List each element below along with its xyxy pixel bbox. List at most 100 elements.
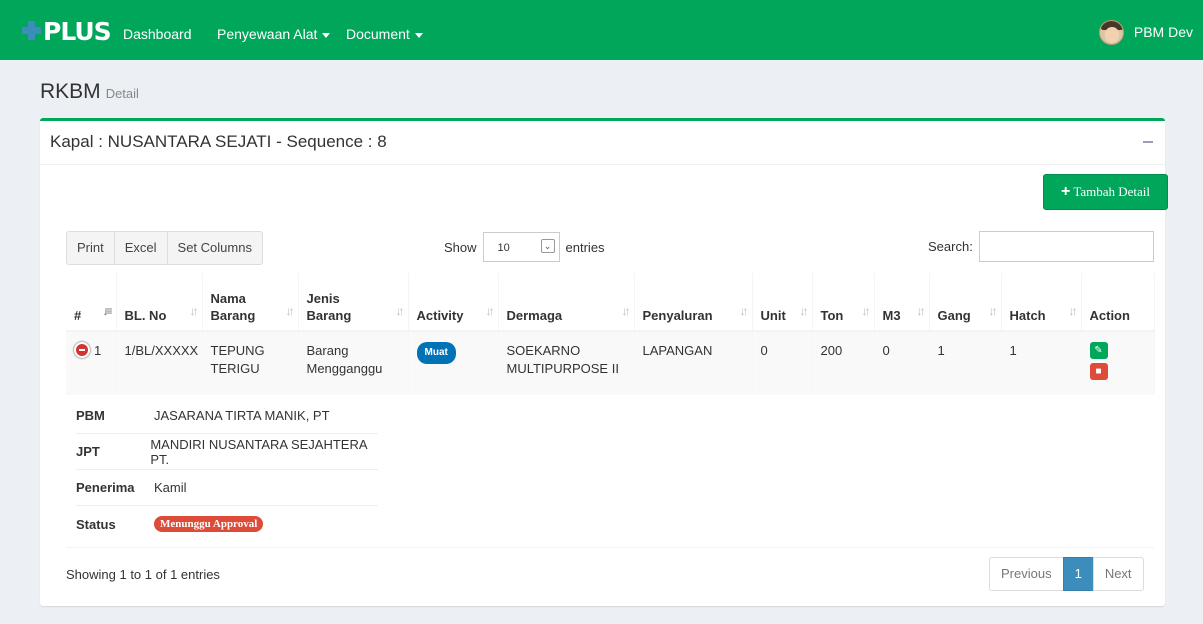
- header-label: Hatch: [1009, 308, 1046, 323]
- box-title: Kapal : NUSANTARA SEJATI - Sequence : 8: [50, 132, 387, 151]
- add-detail-button[interactable]: + Tambah Detail: [1043, 174, 1168, 210]
- nav-document[interactable]: Document: [346, 0, 423, 60]
- nav-penyewaan-alat-label: Penyewaan Alat: [217, 26, 318, 42]
- header-label: Dermaga: [506, 308, 563, 323]
- detail-key: Status: [76, 516, 116, 532]
- entries-select[interactable]: 10 ⌄: [482, 232, 560, 262]
- header-label: BL. No: [124, 308, 167, 323]
- cell-penyaluran: LAPANGAN: [634, 331, 753, 395]
- detail-value: Kamil: [154, 480, 187, 495]
- cell-gang: 1: [929, 331, 1002, 395]
- table-header-row: # ↓≡ BL. No ↓↑ Nama Barang ↓↑ Jenis Barang ↓…: [66, 273, 1155, 332]
- header-label: Jenis Barang: [306, 291, 352, 323]
- export-button-group: Print Excel Set Columns: [66, 231, 263, 265]
- sort-icon: ↓↑: [988, 304, 998, 318]
- minus-icon[interactable]: [1143, 141, 1153, 143]
- table-info: Showing 1 to 1 of 1 entries: [66, 567, 220, 582]
- add-detail-label: Tambah Detail: [1073, 184, 1151, 199]
- sort-icon: ↓↑: [799, 304, 809, 318]
- cell-m3: 0: [874, 331, 930, 395]
- col-header-bl-no[interactable]: BL. No ↓↑: [116, 273, 203, 332]
- sort-icon: ↓↑: [1068, 304, 1078, 318]
- edit-icon[interactable]: ✎: [1089, 342, 1108, 359]
- search-label: Search:: [928, 239, 973, 254]
- nav-document-label: Document: [346, 26, 410, 42]
- detail-key: PBM: [76, 408, 105, 423]
- logo-text: PLUS: [43, 16, 112, 46]
- col-header-nama-barang[interactable]: Nama Barang ↓↑: [202, 273, 299, 332]
- header-label: Activity: [416, 308, 464, 323]
- header-label: Gang: [937, 308, 971, 323]
- cell-dermaga: SOEKARNO MULTIPURPOSE II: [498, 331, 635, 395]
- col-header-jenis-barang[interactable]: Jenis Barang ↓↑: [298, 273, 409, 332]
- cell-hatch: 1: [1001, 331, 1082, 395]
- trash-icon[interactable]: ■: [1089, 363, 1108, 380]
- print-button[interactable]: Print: [66, 231, 115, 265]
- app-logo[interactable]: PLUS: [22, 16, 112, 46]
- detail-key: Penerima: [76, 480, 135, 495]
- header-label: Unit: [760, 308, 786, 323]
- top-navbar: PLUS Dashboard Penyewaan Alat Document P…: [0, 0, 1203, 60]
- header-label: M3: [882, 308, 901, 323]
- cell-nama-barang: TEPUNG TERIGU: [202, 331, 299, 395]
- nav-dashboard[interactable]: Dashboard: [123, 0, 192, 60]
- page-title-text: RKBM: [40, 80, 101, 103]
- cell-action: ✎ ■: [1081, 331, 1155, 395]
- sort-icon: ↓↑: [621, 304, 631, 318]
- search-box: Search:: [928, 231, 1154, 262]
- sort-icon: ↓↑: [395, 304, 405, 318]
- detail-value: JASARANA TIRTA MANIK, PT: [154, 408, 330, 423]
- detail-box: Kapal : NUSANTARA SEJATI - Sequence : 8 …: [40, 118, 1168, 606]
- cell-unit: 0: [752, 331, 813, 395]
- detail-penerima: Penerima Kamil: [76, 470, 378, 506]
- sort-icon: ↓≡: [102, 304, 112, 318]
- page-1-button[interactable]: 1: [1062, 557, 1094, 591]
- col-header-unit[interactable]: Unit ↓↑: [752, 273, 813, 332]
- sort-icon: ↓↑: [189, 304, 199, 318]
- set-columns-button[interactable]: Set Columns: [166, 231, 263, 265]
- row-number: 1: [94, 343, 102, 358]
- nav-penyewaan-alat[interactable]: Penyewaan Alat: [217, 0, 331, 60]
- next-button[interactable]: Next: [1092, 557, 1144, 591]
- excel-button[interactable]: Excel: [113, 231, 168, 265]
- table-row: 1 1/BL/XXXXX TEPUNG TERIGU Barang Mengga…: [66, 331, 1155, 395]
- header-label: #: [74, 308, 82, 323]
- col-header-activity[interactable]: Activity ↓↑: [408, 273, 499, 332]
- user-menu[interactable]: PBM Dev: [1098, 0, 1193, 60]
- col-header-gang[interactable]: Gang ↓↑: [929, 273, 1002, 332]
- col-header-no[interactable]: # ↓≡: [66, 273, 117, 332]
- pagination: Previous 1 Next: [989, 557, 1144, 591]
- nav-dashboard-label: Dashboard: [123, 26, 192, 42]
- show-label: Show: [444, 239, 477, 255]
- sort-icon: ↓↑: [916, 304, 926, 318]
- sort-icon: ↓↑: [485, 304, 495, 318]
- header-label: Penyaluran: [642, 308, 713, 323]
- user-avatar-icon: [1098, 19, 1124, 45]
- plus-icon: +: [1060, 183, 1071, 200]
- cell-ton: 200: [812, 331, 875, 395]
- col-header-penyaluran[interactable]: Penyaluran ↓↑: [634, 273, 753, 332]
- sort-icon: ↓↑: [285, 304, 295, 318]
- collapse-row-icon[interactable]: [74, 342, 90, 358]
- previous-button[interactable]: Previous: [989, 557, 1064, 591]
- col-header-action: Action: [1081, 273, 1155, 332]
- plus-logo-icon: [22, 19, 42, 43]
- activity-badge: Muat: [416, 342, 456, 364]
- sort-icon: ↓↑: [861, 304, 871, 318]
- detail-key: JPT: [76, 444, 100, 459]
- search-input[interactable]: [978, 231, 1154, 262]
- col-header-hatch[interactable]: Hatch ↓↑: [1001, 273, 1082, 332]
- cell-no: 1: [66, 331, 117, 395]
- col-header-m3[interactable]: M3 ↓↑: [874, 273, 930, 332]
- header-label: Ton: [820, 308, 844, 323]
- col-header-ton[interactable]: Ton ↓↑: [812, 273, 875, 332]
- col-header-dermaga[interactable]: Dermaga ↓↑: [498, 273, 635, 332]
- header-label: Nama Barang: [210, 291, 256, 323]
- cell-activity: Muat: [408, 331, 499, 395]
- caret-down-icon: [414, 32, 423, 38]
- status-badge: Menunggu Approval: [154, 516, 264, 532]
- show-entries: Show 10 ⌄ entries: [444, 231, 605, 263]
- cell-bl-no: 1/BL/XXXXX: [116, 331, 203, 395]
- caret-down-icon: [322, 32, 331, 38]
- entries-label: entries: [565, 239, 605, 255]
